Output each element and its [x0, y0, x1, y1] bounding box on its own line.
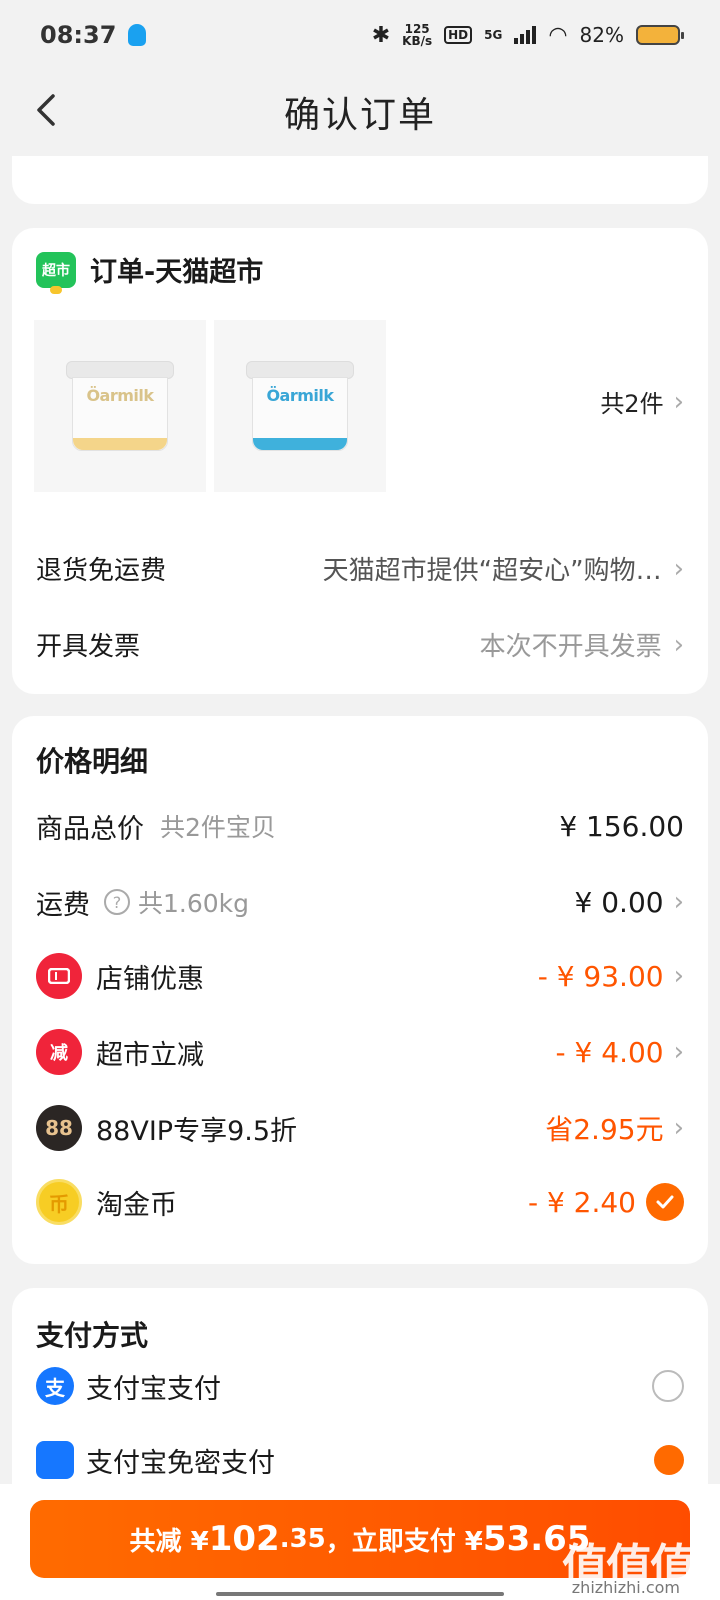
watermark-url: zhizhizhi.com [571, 1578, 680, 1597]
alipay-label: 支付宝支付 [86, 1373, 221, 1405]
price-detail-card: 价格明细 商品总价 共2件宝贝 ¥ 156.00 运费 ? 共1.60kg ¥ … [12, 716, 708, 1264]
status-bar: 08:37 ✱ 125 KB/s HD 5G ◠ 82% [0, 0, 720, 70]
product-brand: Öarmilk [266, 386, 334, 405]
taojinbi-row[interactable]: 币 淘金币 - ¥ 2.40 [36, 1179, 684, 1225]
payment-title: 支付方式 [36, 1319, 149, 1352]
net-speed: 125 KB/s [402, 23, 432, 47]
market-discount-row[interactable]: 减 超市立减 - ¥ 4.00 › [36, 1029, 684, 1075]
subtotal-sub: 共2件宝贝 [160, 813, 276, 842]
subtotal-amount: ¥ 156.00 [559, 809, 684, 843]
product-brand: Öarmilk [86, 386, 154, 405]
shipping-row[interactable]: 运费 ? 共1.60kg ¥ 0.00 › [36, 882, 684, 922]
alipay-nopwd-option[interactable]: 支付宝免密支付 [36, 1436, 684, 1484]
chevron-right-icon: › [673, 1037, 684, 1067]
chevron-right-icon: › [673, 553, 684, 584]
subtotal-label: 商品总价 [36, 813, 144, 845]
alipay-radio[interactable] [652, 1370, 684, 1402]
tmall-supermarket-icon: 超市 [36, 251, 76, 294]
shipping-amount: ¥ 0.00 [574, 885, 664, 919]
taojinbi-label: 淘金币 [96, 1189, 177, 1221]
status-time: 08:37 [40, 21, 117, 49]
reduce-icon: 减 [36, 1029, 82, 1075]
hd-icon: HD [444, 26, 473, 44]
vip-discount-label: 88VIP专享9.5折 [96, 1115, 298, 1147]
help-icon[interactable]: ? [104, 889, 130, 915]
header: 确认订单 [0, 70, 720, 154]
invoice-label: 开具发票 [36, 632, 141, 662]
status-left: 08:37 [40, 21, 147, 49]
vip-icon: 88 [36, 1105, 82, 1151]
shop-discount-row[interactable]: 店铺优惠 - ¥ 93.00 › [36, 953, 684, 999]
chevron-left-icon [37, 94, 55, 126]
net-speed-unit: KB/s [402, 34, 433, 48]
item-count-link[interactable]: 共2件 › [600, 384, 684, 419]
battery-icon [636, 25, 684, 45]
saved-amount-int: 102 [208, 1519, 280, 1559]
status-right: ✱ 125 KB/s HD 5G ◠ 82% [371, 22, 684, 48]
alipay-option[interactable]: 支 支付宝支付 [36, 1362, 684, 1410]
alipay-nopwd-label: 支付宝免密支付 [86, 1447, 275, 1479]
bluetooth-icon: ✱ [371, 22, 391, 48]
saved-prefix: 共减 ¥ [129, 1526, 209, 1557]
page-title: 确认订单 [283, 95, 436, 136]
chevron-right-icon: › [673, 386, 684, 417]
chevron-right-icon: › [673, 887, 684, 917]
yogurt-cup-image: Öarmilk [66, 361, 174, 451]
price-detail-title: 价格明细 [36, 745, 149, 778]
alipay-nopwd-radio[interactable] [654, 1445, 684, 1475]
saved-amount-dec: .35 [279, 1524, 326, 1554]
vip-discount-row[interactable]: 88 88VIP专享9.5折 省2.95元 › [36, 1105, 684, 1151]
taojinbi-amount: - ¥ 2.40 [527, 1185, 636, 1219]
order-card: 超市 订单-天猫超市 Öarmilk Öarmilk 共2件 › 退货免运费 天… [12, 228, 708, 694]
yogurt-cup-image: Öarmilk [246, 361, 354, 451]
shipping-label: 运费 [36, 889, 90, 921]
subtotal-row: 商品总价 共2件宝贝 ¥ 156.00 [36, 806, 684, 846]
invoice-row[interactable]: 开具发票 本次不开具发票 › [36, 626, 684, 663]
shop-discount-label: 店铺优惠 [96, 963, 204, 995]
home-indicator[interactable] [216, 1592, 504, 1596]
address-card[interactable] [12, 156, 708, 204]
ticket-icon [36, 953, 82, 999]
invoice-value: 本次不开具发票 [479, 632, 662, 662]
vip-discount-amount: 省2.95元 [545, 1113, 664, 1146]
return-shipping-value-wrap: 天猫超市提供“超安心”购物… › [323, 550, 684, 587]
signal-icon [514, 26, 537, 44]
qq-icon [128, 24, 147, 46]
item-count: 共2件 [600, 390, 664, 418]
chevron-right-icon: › [673, 1113, 684, 1143]
shipping-weight: 共1.60kg [138, 889, 250, 918]
product-thumbnail[interactable]: Öarmilk [34, 320, 206, 492]
invoice-value-wrap: 本次不开具发票 › [480, 626, 684, 663]
market-discount-amount: - ¥ 4.00 [555, 1035, 664, 1069]
chevron-right-icon: › [673, 961, 684, 991]
shop-discount-amount: - ¥ 93.00 [537, 959, 664, 993]
return-shipping-row[interactable]: 退货免运费 天猫超市提供“超安心”购物… › [36, 550, 684, 587]
alipay-icon: 支 [36, 1367, 74, 1405]
check-icon[interactable] [646, 1183, 684, 1221]
coin-icon: 币 [36, 1179, 82, 1225]
back-button[interactable] [24, 88, 68, 132]
return-shipping-value: 天猫超市提供“超安心”购物… [322, 556, 662, 586]
store-header[interactable]: 超市 订单-天猫超市 [36, 250, 264, 294]
product-thumbnail[interactable]: Öarmilk [214, 320, 386, 492]
market-discount-label: 超市立减 [96, 1039, 204, 1071]
shield-icon [36, 1441, 74, 1479]
return-shipping-label: 退货免运费 [36, 556, 167, 586]
pay-middle: ，立即支付 ¥ [325, 1526, 483, 1557]
store-name: 订单-天猫超市 [90, 257, 264, 288]
battery-percent: 82% [579, 23, 624, 47]
chevron-right-icon: › [673, 629, 684, 660]
network-type: 5G [484, 28, 503, 42]
wifi-icon: ◠ [548, 22, 568, 48]
